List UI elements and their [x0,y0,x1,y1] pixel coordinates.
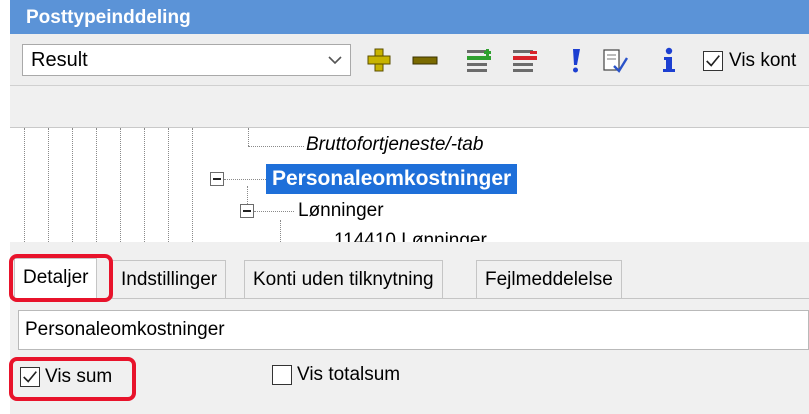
result-combo-value: Result [31,49,88,71]
tree-guide-line [247,186,248,204]
vis-totalsum-label: Vis totalsum [297,364,401,385]
vis-konti-check-icon [703,51,723,71]
tab-konti-uden-tilknytning[interactable]: Konti uden tilknytning [244,260,443,298]
details-panel: Detaljer Indstillinger Konti uden tilkny… [10,242,809,414]
tree-guide-line [144,128,145,242]
tree-node-bruttofortjeneste[interactable]: Bruttofortjeneste/-tab [306,134,483,156]
vis-sum-checkbox[interactable]: Vis sum [20,366,112,388]
edit-document-icon[interactable] [600,46,630,74]
tree-guide-line [96,128,97,242]
vis-sum-check-icon [20,367,40,387]
tree-guide-line [192,128,193,242]
tree-guide-line [72,128,73,242]
insert-line-icon[interactable] [464,46,494,74]
vis-totalsum-check-icon [272,365,292,385]
tree-connector [224,179,268,180]
tree-guide-line [280,220,281,242]
chevron-down-icon [328,56,342,65]
tab-detaljer[interactable]: Detaljer [14,258,98,299]
tree-guide-line [168,128,169,242]
collapse-icon[interactable] [210,172,224,186]
tab-indstillinger[interactable]: Indstillinger [112,260,227,298]
tree-guide-line [248,128,249,146]
tree-guide-line [24,128,25,242]
tree-guide-line [48,128,49,242]
add-icon[interactable] [364,46,394,74]
tree-column-header [10,86,809,128]
vis-totalsum-checkbox[interactable]: Vis totalsum [272,364,400,386]
name-field[interactable]: Personaleomkostninger [18,310,809,350]
account-tree[interactable]: Bruttofortjeneste/-tab Personaleomkostni… [10,128,809,242]
exclamation-icon[interactable] [564,46,588,74]
remove-icon[interactable] [410,46,440,74]
tree-node-lonninger[interactable]: Lønninger [298,200,384,222]
result-combo[interactable]: Result [22,44,351,76]
tree-node-personaleomkostninger[interactable]: Personaleomkostninger [266,164,518,194]
collapse-icon[interactable] [240,204,254,218]
tree-connector [254,211,294,212]
tab-fejlmeddelelse[interactable]: Fejlmeddelelse [476,260,622,298]
tab-strip: Detaljer Indstillinger Konti uden tilkny… [10,258,809,299]
toolbar: Result Vis kont [10,34,809,86]
delete-line-icon[interactable] [510,46,540,74]
tree-connector [248,146,304,147]
tree-guide-line [120,128,121,242]
window-title: Posttypeinddeling [10,0,809,34]
vis-konti-checkbox[interactable]: Vis kont [703,48,796,74]
info-icon[interactable] [658,46,680,74]
vis-sum-label: Vis sum [45,366,113,387]
vis-konti-label: Vis kont [729,50,797,71]
tree-node-114410-lonninger[interactable]: 114410 Lønninger [334,230,487,242]
